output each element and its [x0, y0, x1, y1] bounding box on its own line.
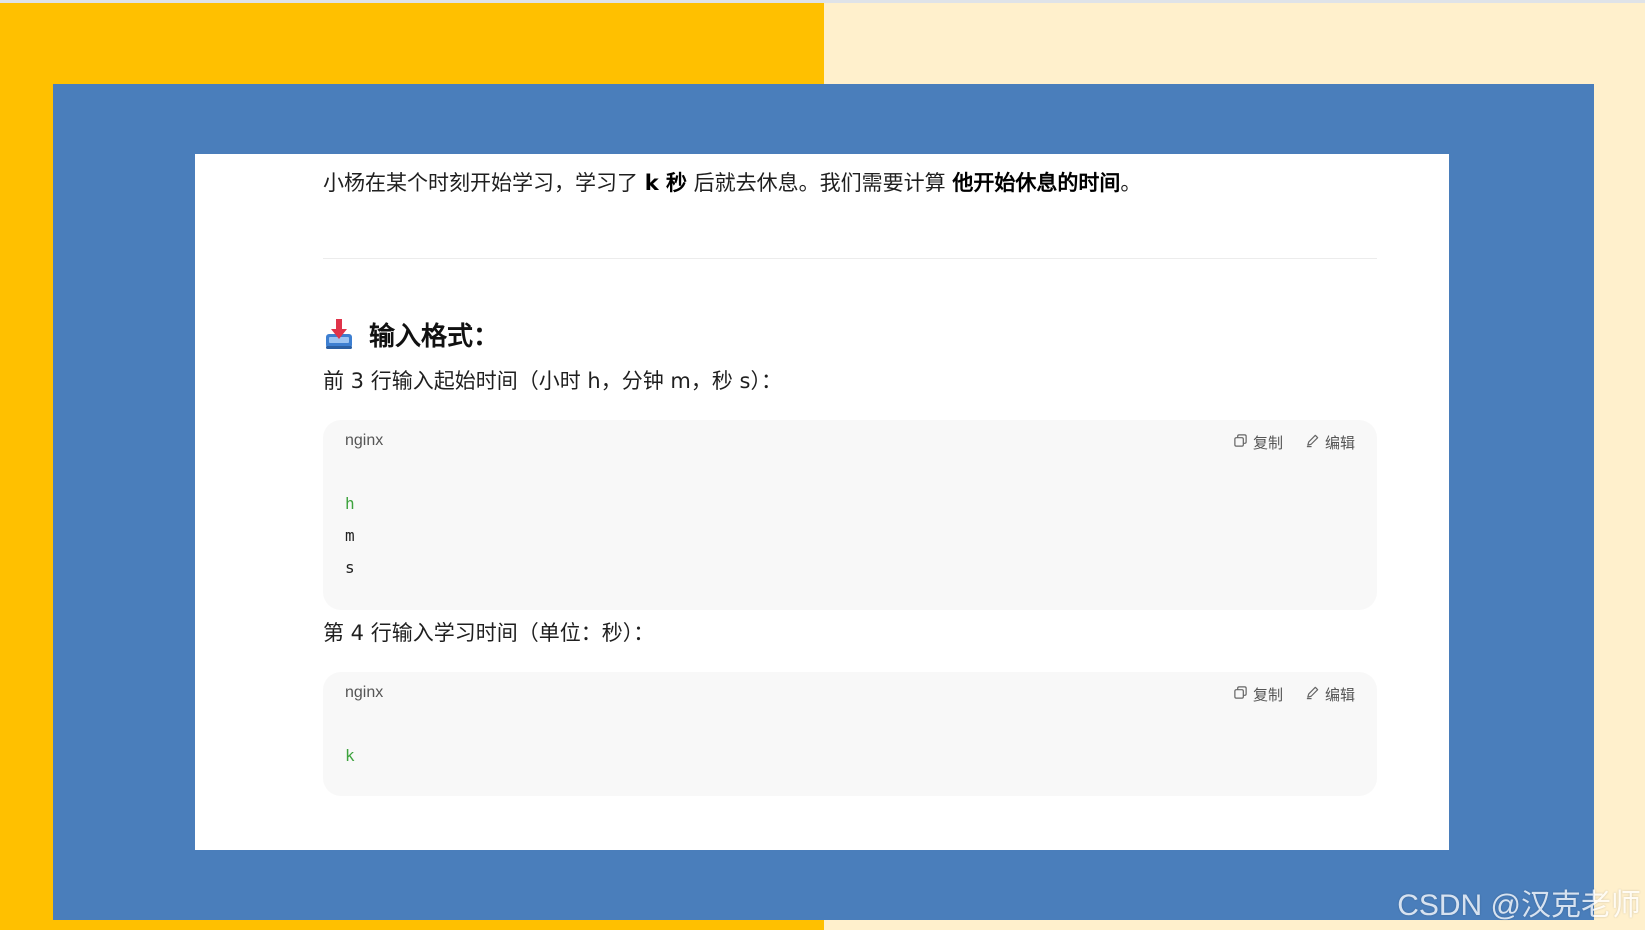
- top-border: [0, 0, 1645, 3]
- copy-label: 复制: [1252, 686, 1283, 704]
- copy-icon: [1233, 685, 1248, 704]
- copy-button[interactable]: 复制: [1233, 432, 1283, 453]
- code-block-1: nginx 复制 编辑 h m s: [323, 420, 1377, 610]
- copy-label: 复制: [1252, 434, 1283, 452]
- code-block-2: nginx 复制 编辑 k: [323, 672, 1377, 796]
- input-description-1: 前 3 行输入起始时间（小时 h，分钟 m，秒 s）：: [323, 369, 782, 393]
- code-line: k: [345, 746, 355, 765]
- inbox-tray-icon: [323, 316, 355, 352]
- content-card: 小杨在某个时刻开始学习，学习了 k 秒 后就去休息。我们需要计算 他开始休息的时…: [195, 154, 1449, 850]
- edit-button[interactable]: 编辑: [1305, 432, 1355, 453]
- code-actions: 复制 编辑: [1233, 432, 1355, 453]
- code-line: m: [345, 526, 355, 545]
- edit-label: 编辑: [1324, 686, 1355, 704]
- intro-text-2: 后就去休息。我们需要计算: [686, 171, 953, 195]
- watermark: CSDN @汉克老师: [1397, 889, 1641, 922]
- code-line: h: [345, 494, 355, 513]
- divider: [323, 258, 1377, 259]
- intro-paragraph: 小杨在某个时刻开始学习，学习了 k 秒 后就去休息。我们需要计算 他开始休息的时…: [323, 168, 1141, 198]
- code-language-label: nginx: [345, 432, 384, 449]
- copy-button[interactable]: 复制: [1233, 684, 1283, 705]
- code-line: s: [345, 558, 355, 577]
- edit-button[interactable]: 编辑: [1305, 684, 1355, 705]
- code-actions: 复制 编辑: [1233, 684, 1355, 705]
- copy-icon: [1233, 433, 1248, 452]
- section-title: 输入格式：: [369, 321, 500, 352]
- edit-icon: [1305, 433, 1320, 452]
- edit-icon: [1305, 685, 1320, 704]
- section-heading: 输入格式：: [323, 314, 499, 354]
- intro-bold-1: k 秒: [644, 171, 687, 195]
- intro-text-3: 。: [1120, 171, 1142, 195]
- intro-bold-2: 他开始休息的时间: [952, 171, 1121, 195]
- edit-label: 编辑: [1324, 434, 1355, 452]
- intro-text-1: 小杨在某个时刻开始学习，学习了: [323, 171, 645, 195]
- input-description-2: 第 4 行输入学习时间（单位：秒）：: [323, 621, 655, 645]
- code-language-label: nginx: [345, 684, 384, 701]
